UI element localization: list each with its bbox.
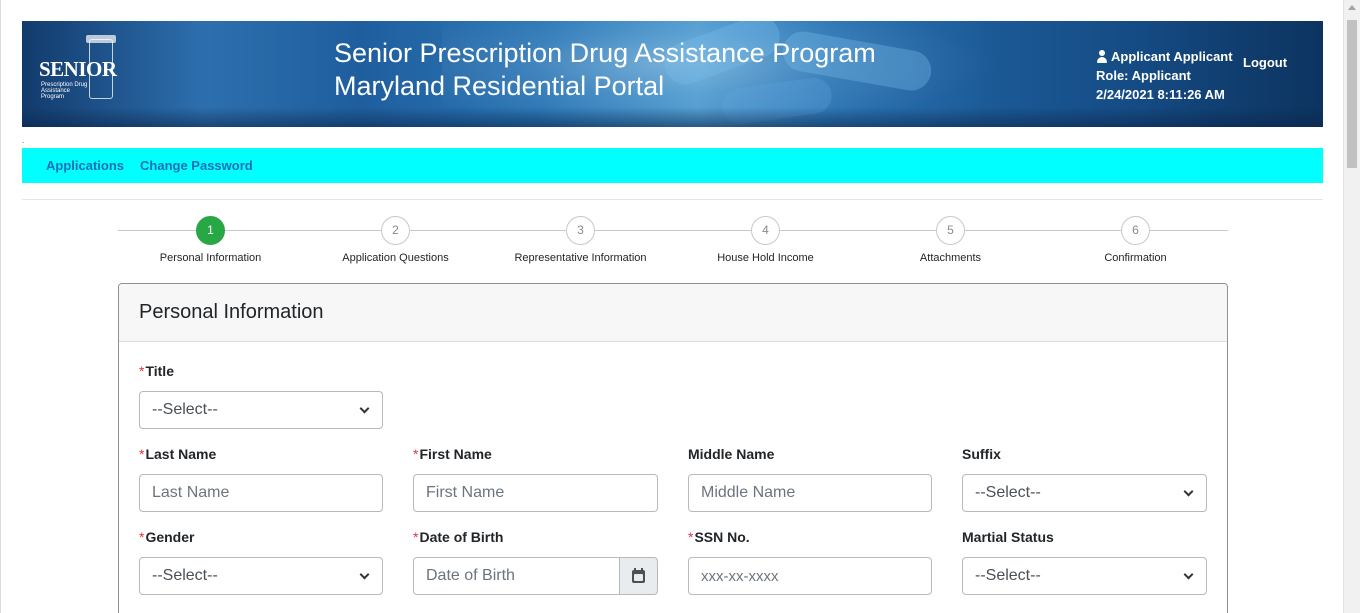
first-name-label: *First Name	[413, 446, 492, 462]
last-name-label: *Last Name	[139, 446, 217, 462]
senior-logo: SENIOR Prescription Drug Assistance Prog…	[39, 35, 119, 101]
required-mark: *	[139, 529, 145, 545]
required-mark: *	[413, 529, 419, 545]
chevron-down-icon	[359, 569, 370, 579]
scroll-up-arrow-icon[interactable]	[1348, 5, 1356, 10]
middle-name-input[interactable]: Middle Name	[688, 474, 932, 512]
last-name-field: *Last Name Last Name	[139, 446, 383, 512]
calendar-icon	[632, 567, 645, 583]
personal-information-card: Personal Information *Title --Select-- *…	[118, 283, 1228, 613]
title-select[interactable]: --Select--	[139, 391, 383, 429]
portal-title: Senior Prescription Drug Assistance Prog…	[334, 37, 876, 103]
step-confirmation[interactable]: 6 Confirmation	[1043, 215, 1228, 264]
step-label: Personal Information	[159, 252, 262, 264]
first-name-input[interactable]: First Name	[413, 474, 658, 512]
step-number: 6	[1121, 216, 1150, 245]
header-banner: SENIOR Prescription Drug Assistance Prog…	[22, 21, 1323, 127]
chevron-down-icon	[359, 403, 370, 413]
user-name: Applicant Applicant	[1111, 49, 1233, 64]
step-number: 2	[381, 216, 410, 245]
dob-label: *Date of Birth	[413, 529, 504, 545]
suffix-select[interactable]: --Select--	[962, 474, 1207, 512]
required-mark: *	[688, 529, 694, 545]
middle-name-label: Middle Name	[688, 446, 775, 462]
marital-status-field: Martial Status --Select--	[962, 529, 1207, 595]
logout-link[interactable]: Logout	[1243, 55, 1287, 70]
progress-stepper: 1 Personal Information 2 Application Que…	[118, 215, 1228, 270]
chevron-down-icon	[1183, 569, 1194, 579]
page-frame: SENIOR Prescription Drug Assistance Prog…	[0, 0, 1343, 613]
scroll-thumb[interactable]	[1347, 20, 1357, 168]
step-number: 4	[751, 216, 780, 245]
card-title: Personal Information	[139, 301, 324, 323]
first-name-field: *First Name First Name	[413, 446, 658, 512]
dob-input[interactable]: Date of Birth	[413, 557, 619, 595]
logo-subtitle: Prescription Drug Assistance Program	[41, 82, 88, 100]
login-datetime: 2/24/2021 8:11:26 AM	[1096, 87, 1225, 102]
page-scrollbar[interactable]	[1343, 0, 1360, 613]
chevron-down-icon	[1183, 486, 1194, 496]
card-header: Personal Information	[119, 284, 1227, 342]
step-representative-information[interactable]: 3 Representative Information	[488, 215, 673, 264]
step-number: 1	[196, 216, 225, 245]
divider	[22, 199, 1323, 200]
suffix-label: Suffix	[962, 446, 1001, 462]
step-label: Confirmation	[1104, 252, 1167, 264]
gender-label: *Gender	[139, 529, 195, 545]
stray-mark: .	[22, 136, 25, 145]
step-label: Application Questions	[342, 252, 449, 264]
step-label: Representative Information	[514, 252, 647, 264]
user-info: Applicant Applicant Role: Applicant 2/24…	[1096, 47, 1233, 104]
dob-input-group: Date of Birth	[413, 557, 658, 595]
ssn-field: *SSN No. xxx-xx-xxxx	[688, 529, 932, 595]
step-number: 3	[566, 216, 595, 245]
step-personal-information[interactable]: 1 Personal Information	[118, 215, 303, 264]
middle-name-field: Middle Name Middle Name	[688, 446, 932, 512]
calendar-button[interactable]	[619, 557, 658, 595]
user-role: Role: Applicant	[1096, 68, 1191, 83]
marital-status-select[interactable]: --Select--	[962, 557, 1207, 595]
user-name-line: Applicant Applicant	[1096, 47, 1233, 66]
last-name-input[interactable]: Last Name	[139, 474, 383, 512]
step-number: 5	[936, 216, 965, 245]
portal-title-line2: Maryland Residential Portal	[334, 71, 665, 101]
nav-applications[interactable]: Applications	[46, 158, 124, 173]
ssn-label: *SSN No.	[688, 529, 750, 545]
step-house-hold-income[interactable]: 4 House Hold Income	[673, 215, 858, 264]
dob-field: *Date of Birth Date of Birth	[413, 529, 658, 595]
banner-bottom-shade	[22, 107, 1323, 127]
suffix-field: Suffix --Select--	[962, 446, 1207, 512]
step-label: Attachments	[919, 252, 982, 264]
gender-field: *Gender --Select--	[139, 529, 383, 595]
step-label: House Hold Income	[717, 252, 814, 264]
step-attachments[interactable]: 5 Attachments	[858, 215, 1043, 264]
required-mark: *	[139, 363, 145, 379]
required-mark: *	[139, 446, 145, 462]
title-field: *Title --Select--	[139, 363, 383, 429]
required-mark: *	[413, 446, 419, 462]
user-icon	[1096, 50, 1108, 63]
nav-change-password[interactable]: Change Password	[140, 158, 253, 173]
ssn-input[interactable]: xxx-xx-xxxx	[688, 557, 932, 595]
portal-title-line1: Senior Prescription Drug Assistance Prog…	[334, 38, 876, 68]
logo-word: SENIOR	[39, 57, 117, 81]
title-label: *Title	[139, 363, 174, 379]
gender-select[interactable]: --Select--	[139, 557, 383, 595]
marital-status-label: Martial Status	[962, 529, 1054, 545]
step-application-questions[interactable]: 2 Application Questions	[303, 215, 488, 264]
top-nav: Applications Change Password	[22, 148, 1323, 183]
